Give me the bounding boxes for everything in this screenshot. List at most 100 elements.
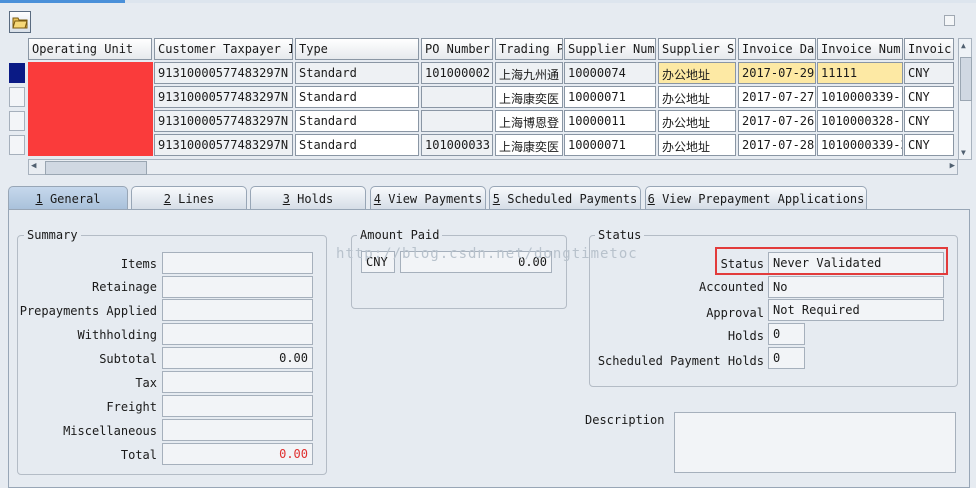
freight-field[interactable] xyxy=(162,395,313,417)
scroll-down-icon[interactable]: ▼ xyxy=(961,148,966,157)
description-label: Description xyxy=(585,413,665,427)
col-trading-partner[interactable]: Trading P xyxy=(495,38,563,60)
scroll-up-icon[interactable]: ▲ xyxy=(961,41,966,50)
cell-trading-partner[interactable]: 上海康奕医 xyxy=(495,134,563,156)
approval-label: Approval xyxy=(706,306,764,320)
cell-type[interactable]: Standard xyxy=(295,110,419,132)
cell-invoice-num[interactable]: 1010000339-1 xyxy=(817,86,903,108)
subtotal-field[interactable]: 0.00 xyxy=(162,347,313,369)
total-label: Total xyxy=(120,448,157,462)
scheduled-payment-holds-field[interactable]: 0 xyxy=(768,347,805,369)
cell-invoice-num[interactable]: 11111 xyxy=(817,62,903,84)
holds-label: Holds xyxy=(727,329,764,343)
tab-general[interactable]: 1 General xyxy=(8,186,128,210)
cell-invoice-date[interactable]: 2017-07-28 xyxy=(738,134,816,156)
amount-paid-title: Amount Paid xyxy=(357,228,443,242)
tab-lines[interactable]: 2 Lines xyxy=(131,186,247,210)
cell-supplier-site[interactable]: 办公地址 xyxy=(658,86,736,108)
status-title: Status xyxy=(595,228,645,242)
prepayments-applied-label: Prepayments Applied xyxy=(19,304,157,318)
row-selector[interactable] xyxy=(9,87,25,107)
col-supplier-num[interactable]: Supplier Num xyxy=(564,38,656,60)
description-field[interactable] xyxy=(674,412,956,473)
cell-invoice-currency[interactable]: CNY xyxy=(904,62,954,84)
approval-field[interactable]: Not Required xyxy=(768,299,944,321)
status-highlight-box xyxy=(715,247,948,275)
window-checkbox[interactable] xyxy=(944,15,955,26)
open-folder-icon[interactable] xyxy=(9,11,31,33)
scheduled-payment-holds-label: Scheduled Payment Holds xyxy=(597,354,764,368)
cell-taxpayer[interactable]: 91310000577483297N xyxy=(154,86,293,108)
col-operating-unit[interactable]: Operating Unit xyxy=(28,38,152,60)
cell-taxpayer[interactable]: 91310000577483297N xyxy=(154,134,293,156)
cell-po-number[interactable] xyxy=(421,110,493,132)
cell-invoice-currency[interactable]: CNY xyxy=(904,110,954,132)
scroll-thumb[interactable] xyxy=(960,57,972,101)
cell-invoice-num[interactable]: 1010000328-1 xyxy=(817,110,903,132)
tab-view-prepayment-applications[interactable]: 6 View Prepayment Applications xyxy=(645,186,867,210)
cell-trading-partner[interactable]: 上海康奕医 xyxy=(495,86,563,108)
tab-scheduled-payments[interactable]: 5 Scheduled Payments xyxy=(489,186,641,210)
freight-label: Freight xyxy=(106,400,157,414)
col-customer-taxpayer[interactable]: Customer Taxpayer I xyxy=(154,38,293,60)
col-invoice-num[interactable]: Invoice Num xyxy=(817,38,903,60)
withholding-label: Withholding xyxy=(77,328,157,342)
tab-view-payments[interactable]: 4 View Payments xyxy=(370,186,486,210)
col-invoice-date[interactable]: Invoice Da xyxy=(738,38,816,60)
cell-type[interactable]: Standard xyxy=(295,134,419,156)
cell-taxpayer[interactable]: 9131000057748329​7N xyxy=(154,62,293,84)
total-field[interactable]: 0.00 xyxy=(162,443,313,465)
items-field[interactable] xyxy=(162,252,313,274)
cell-po-number[interactable]: 101000033 xyxy=(421,134,493,156)
tax-label: Tax xyxy=(135,376,157,390)
retainage-field[interactable] xyxy=(162,276,313,298)
col-type[interactable]: Type xyxy=(295,38,419,60)
miscellaneous-field[interactable] xyxy=(162,419,313,441)
col-invoice-currency[interactable]: Invoic xyxy=(904,38,954,60)
cell-taxpayer[interactable]: 91310000577483297N xyxy=(154,110,293,132)
cell-invoice-currency[interactable]: CNY xyxy=(904,134,954,156)
retainage-label: Retainage xyxy=(91,280,157,294)
col-po-number[interactable]: PO Number xyxy=(421,38,493,60)
row-selector[interactable] xyxy=(9,111,25,131)
cell-supplier-site[interactable]: 办公地址 xyxy=(658,110,736,132)
cell-supplier-site[interactable]: 办公地址 xyxy=(658,62,736,84)
accounted-label: Accounted xyxy=(698,280,764,294)
scroll-left-icon[interactable]: ◀ xyxy=(31,161,36,171)
cell-supplier-num[interactable]: 10000074 xyxy=(564,62,656,84)
horizontal-scrollbar[interactable]: ◀ ▶ xyxy=(28,159,958,175)
holds-field[interactable]: 0 xyxy=(768,323,805,345)
subtotal-label: Subtotal xyxy=(99,352,157,366)
cell-supplier-site[interactable]: 办公地址 xyxy=(658,134,736,156)
row-selector[interactable] xyxy=(9,135,25,155)
cell-invoice-date[interactable]: 2017-07-27 xyxy=(738,86,816,108)
tax-field[interactable] xyxy=(162,371,313,393)
cell-invoice-num[interactable]: 1010000339-3 xyxy=(817,134,903,156)
cell-supplier-num[interactable]: 10000071 xyxy=(564,134,656,156)
tab-holds[interactable]: 3 Holds xyxy=(250,186,366,210)
cell-invoice-currency[interactable]: CNY xyxy=(904,86,954,108)
cell-po-number[interactable] xyxy=(421,86,493,108)
col-supplier-site[interactable]: Supplier S xyxy=(658,38,736,60)
withholding-field[interactable] xyxy=(162,323,313,345)
scroll-right-icon[interactable]: ▶ xyxy=(950,161,955,171)
vertical-scrollbar[interactable]: ▲ ▼ xyxy=(958,38,972,160)
cell-invoice-date[interactable]: 2017-07-26 xyxy=(738,110,816,132)
accounted-field[interactable]: No xyxy=(768,276,944,298)
cell-trading-partner[interactable]: 上海博恩登 xyxy=(495,110,563,132)
prepayments-applied-field[interactable] xyxy=(162,299,313,321)
items-label: Items xyxy=(120,257,157,271)
scroll-thumb[interactable] xyxy=(45,161,147,175)
cell-trading-partner[interactable]: 上海九州通 xyxy=(495,62,563,84)
row-selector[interactable] xyxy=(9,63,25,83)
top-progress-line xyxy=(0,0,976,3)
summary-title: Summary xyxy=(24,228,81,242)
miscellaneous-label: Miscellaneous xyxy=(63,424,157,438)
cell-invoice-date[interactable]: 2017-07-29 xyxy=(738,62,816,84)
redacted-operating-unit xyxy=(28,62,153,156)
cell-type[interactable]: Standard xyxy=(295,62,419,84)
cell-po-number[interactable]: 101000002 xyxy=(421,62,493,84)
cell-supplier-num[interactable]: 10000071 xyxy=(564,86,656,108)
cell-type[interactable]: Standard xyxy=(295,86,419,108)
cell-supplier-num[interactable]: 10000011 xyxy=(564,110,656,132)
